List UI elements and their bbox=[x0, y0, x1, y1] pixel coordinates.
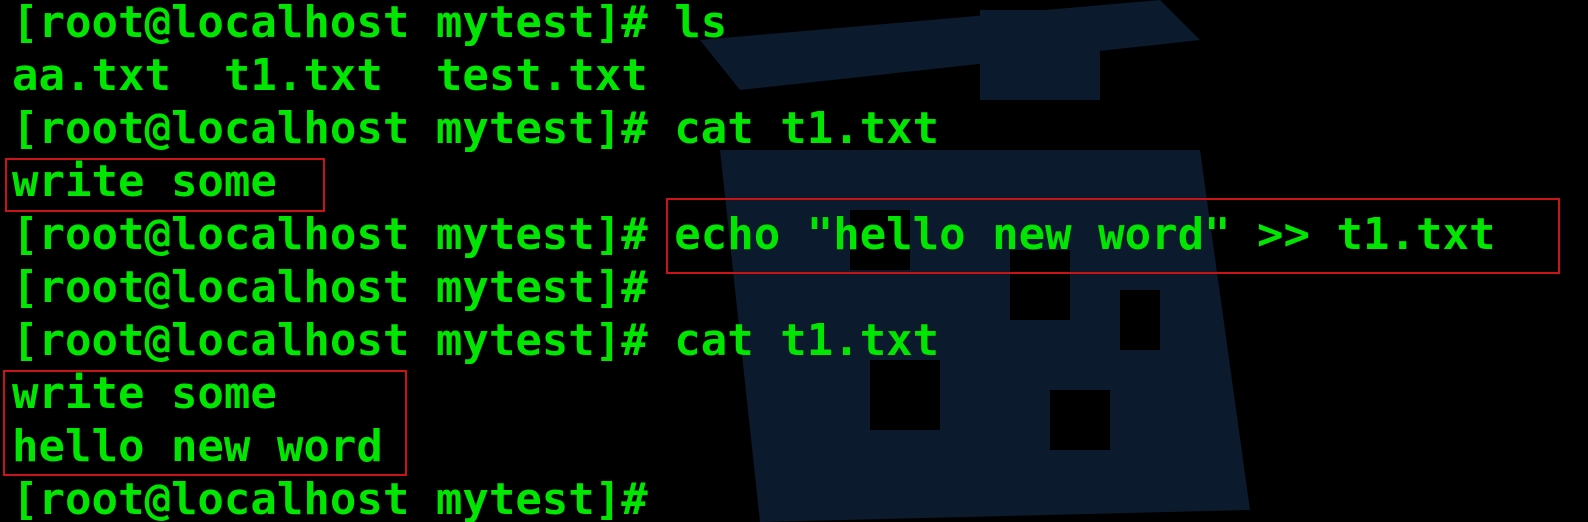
highlight-box-appended-content bbox=[3, 370, 407, 476]
terminal-line-3: [root@localhost mytest]# cat t1.txt bbox=[12, 103, 940, 154]
highlight-box-echo-command bbox=[666, 198, 1560, 274]
terminal-line-1: [root@localhost mytest]# ls bbox=[12, 0, 728, 48]
terminal-window[interactable]: [root@localhost mytest]# ls aa.txt t1.tx… bbox=[0, 0, 1588, 522]
terminal-line-7: [root@localhost mytest]# cat t1.txt bbox=[12, 315, 940, 366]
terminal-line-2: aa.txt t1.txt test.txt bbox=[12, 50, 648, 101]
terminal-line-10: [root@localhost mytest]# bbox=[12, 474, 648, 522]
highlight-box-file-content bbox=[5, 158, 325, 212]
terminal-line-6: [root@localhost mytest]# bbox=[12, 262, 648, 313]
